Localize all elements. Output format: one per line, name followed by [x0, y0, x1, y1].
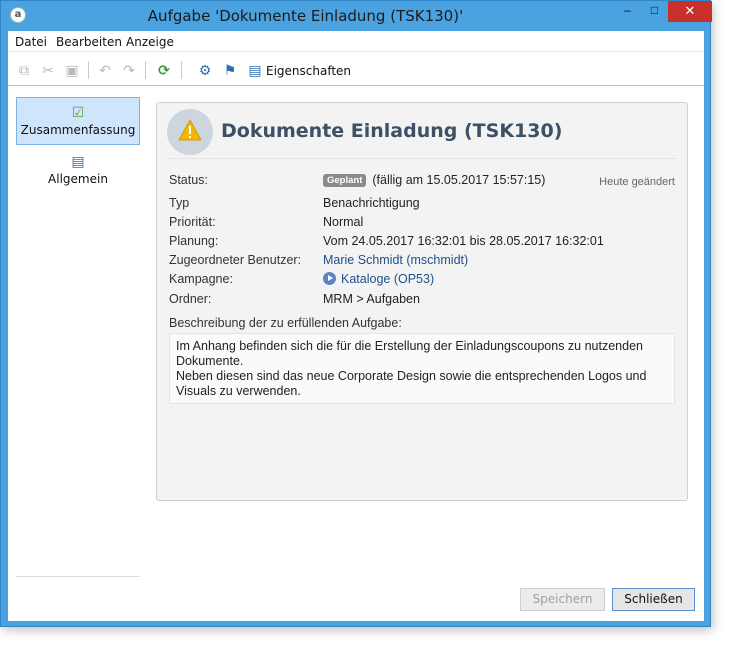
field-label-ordner: Ordner:: [169, 292, 212, 306]
menu-datei[interactable]: Datei: [15, 35, 47, 49]
field-value-planung: Vom 24.05.2017 16:32:01 bis 28.05.2017 1…: [323, 234, 604, 248]
campaign-play-icon: [323, 272, 336, 285]
task-window: a Aufgabe 'Dokumente Einladung (TSK130)'…: [0, 0, 712, 627]
assign-icon[interactable]: ⚑: [222, 62, 238, 78]
checklist-icon: ☑: [71, 104, 85, 120]
maximize-button[interactable]: □: [641, 1, 668, 22]
status-value: Geplant (fällig am 15.05.2017 15:57:15): [323, 173, 545, 187]
field-label-benutzer: Zugeordneter Benutzer:: [169, 253, 302, 267]
description-text: Im Anhang befinden sich die für die Erst…: [169, 333, 675, 404]
field-label-prioritaet: Priorität:: [169, 215, 216, 229]
nav-item-zusammenfassung[interactable]: ☑ Zusammenfassung: [16, 97, 140, 145]
summary-header: Dokumente Einladung (TSK130): [167, 109, 677, 159]
clipboard-icon: ▤: [71, 153, 85, 169]
nav-item-label: Zusammenfassung: [20, 123, 136, 137]
description-label: Beschreibung der zu erfüllenden Aufgabe:: [169, 316, 402, 330]
task-title: Dokumente Einladung (TSK130): [221, 120, 563, 142]
save-button[interactable]: Speichern: [520, 588, 605, 611]
menu-bearbeiten[interactable]: Bearbeiten: [56, 35, 122, 49]
assigned-user-link[interactable]: Marie Schmidt (mschmidt): [323, 253, 468, 267]
status-label: Status:: [169, 173, 208, 187]
field-label-planung: Planung:: [169, 234, 219, 248]
properties-icon[interactable]: ▤: [247, 62, 263, 78]
toolbar-separator: [88, 61, 89, 79]
minimize-button[interactable]: –: [614, 1, 641, 22]
side-navigation: ☑ Zusammenfassung ▤ Allgemein: [16, 97, 140, 577]
nav-item-allgemein[interactable]: ▤ Allgemein: [16, 147, 140, 195]
warning-icon: [167, 109, 213, 155]
menu-anzeige[interactable]: Anzeige: [126, 35, 174, 49]
nav-item-label: Allgemein: [48, 172, 108, 186]
cut-icon[interactable]: ✂: [40, 62, 56, 78]
app-icon: a: [10, 7, 26, 23]
title-bar[interactable]: a Aufgabe 'Dokumente Einladung (TSK130)'…: [1, 1, 712, 31]
field-label-typ: Typ: [169, 196, 190, 210]
field-label-kampagne: Kampagne:: [169, 272, 233, 286]
toolbar-separator: [181, 61, 182, 79]
summary-panel: Dokumente Einladung (TSK130) Heute geänd…: [156, 102, 688, 501]
refresh-icon[interactable]: ⟳: [156, 62, 172, 78]
modified-info: Heute geändert: [599, 176, 675, 188]
field-value-prioritaet: Normal: [323, 215, 364, 229]
redo-icon[interactable]: ↷: [121, 62, 137, 78]
settings-icon[interactable]: ⚙: [197, 62, 213, 78]
toolbar-separator: [145, 61, 146, 79]
paste-icon[interactable]: ▣: [64, 62, 80, 78]
window-client: Datei Bearbeiten Anzeige ⧉ ✂ ▣ ↶ ↷ ⟳ ⚙ ⚑…: [8, 31, 704, 621]
properties-button[interactable]: Eigenschaften: [266, 64, 351, 78]
field-value-ordner: MRM > Aufgaben: [323, 292, 420, 306]
campaign-name: Kataloge (OP53): [341, 272, 435, 286]
field-value-typ: Benachrichtigung: [323, 196, 420, 210]
close-button[interactable]: Schließen: [612, 588, 695, 611]
copy-icon[interactable]: ⧉: [16, 62, 32, 78]
menu-bar: Datei Bearbeiten Anzeige: [8, 31, 704, 52]
status-due-date: (fällig am 15.05.2017 15:57:15): [372, 173, 546, 187]
close-window-button[interactable]: ✕: [668, 1, 712, 22]
campaign-link[interactable]: Kataloge (OP53): [323, 272, 434, 286]
window-title: Aufgabe 'Dokumente Einladung (TSK130)': [147, 7, 464, 25]
toolbar: ⧉ ✂ ▣ ↶ ↷ ⟳ ⚙ ⚑ ▤ Eigenschaften: [8, 53, 704, 86]
status-badge: Geplant: [323, 174, 367, 187]
undo-icon[interactable]: ↶: [97, 62, 113, 78]
